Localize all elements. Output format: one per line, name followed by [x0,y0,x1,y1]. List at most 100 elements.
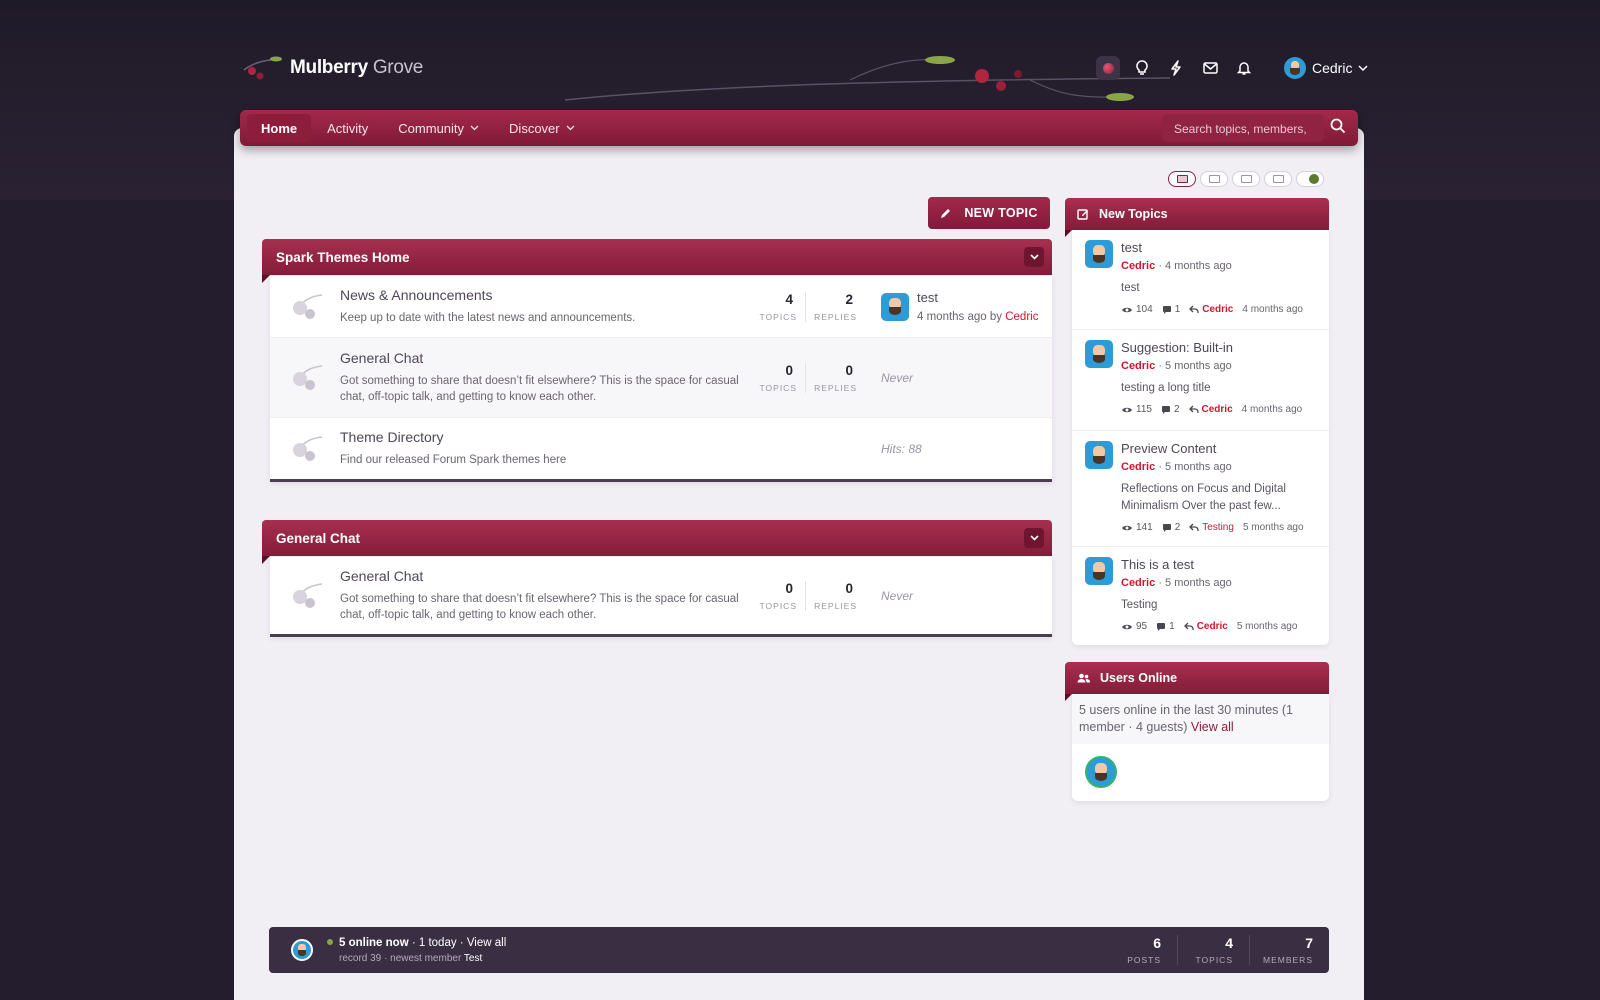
new-topics-widget: New Topics test Cedric · 4 months ago te… [1065,198,1329,645]
topic-author[interactable]: Cedric [1121,360,1155,372]
topic-excerpt: testing a long title [1121,382,1211,394]
forum-hits: Hits: 88 [881,442,922,456]
user-name: Cedric [1312,60,1353,76]
footer-view-all-link[interactable]: View all [467,937,506,949]
reply-user[interactable]: Testing [1202,522,1234,533]
last-post-never: Never [881,370,914,385]
view-classic-toggle[interactable] [1168,171,1196,187]
mail-icon[interactable] [1198,56,1222,80]
avatar[interactable] [1085,240,1113,268]
view-grid-toggle[interactable] [1232,171,1260,187]
posts-count: 6 [1153,935,1161,951]
collapse-button[interactable] [1024,247,1044,267]
list-item: Preview Content Cedric · 5 months ago Re… [1072,430,1329,546]
forum-title[interactable]: News & Announcements [340,287,740,303]
category-title[interactable]: General Chat [276,531,360,546]
theme-dot-icon[interactable] [1096,56,1120,80]
users-online-widget: Users Online 5 users online in the last … [1065,662,1329,801]
avatar[interactable] [1085,340,1113,368]
search-icon[interactable] [1330,118,1350,138]
comment-icon [1161,405,1170,414]
category-forums: News & Announcements Keep up to date wit… [270,275,1052,482]
reply-user[interactable]: Cedric [1197,621,1228,632]
topics-count: 0 [785,362,793,378]
reply-time: 4 months ago [1241,404,1303,415]
bell-icon[interactable] [1232,56,1256,80]
users-online-title: Users Online [1100,671,1178,685]
last-post-never: Never [881,588,914,603]
topic-title[interactable]: Suggestion: Built-in [1121,340,1302,355]
pencil-icon [941,209,951,218]
view-count: 104 [1136,304,1153,315]
site-logo[interactable]: Mulberry Grove [240,54,423,82]
avatar[interactable] [1085,441,1113,469]
topic-title[interactable]: Preview Content [1121,441,1311,456]
category-general-chat: General Chat General Chat Got something … [262,520,1052,637]
view-list-toggle[interactable] [1200,171,1228,187]
forum-title[interactable]: General Chat [340,568,740,584]
topics-label: TOPICS [759,382,797,393]
forum-description: Keep up to date with the latest news and… [340,312,636,324]
nav-home[interactable]: Home [247,114,312,142]
replies-count: 0 [845,362,853,378]
nav-discover[interactable]: Discover [495,114,589,142]
newest-member-link[interactable]: Test [464,953,482,964]
nav-discover-label: Discover [509,120,560,136]
forum-title[interactable]: General Chat [340,350,740,366]
user-menu[interactable]: Cedric [1284,57,1368,79]
last-post-user[interactable]: Cedric [1005,311,1038,323]
last-post-meta: 4 months ago by [917,311,1003,323]
list-item: test Cedric · 4 months ago test 104 1 Ce… [1072,230,1329,329]
comment-count: 2 [1174,522,1181,533]
forum-cherry-icon [293,582,323,608]
category-header: General Chat [262,520,1052,556]
newest-member-avatar[interactable] [291,939,313,961]
reply-icon [1188,405,1199,413]
avatar[interactable] [1085,557,1113,585]
avatar[interactable] [881,292,909,321]
sidebar-toggle[interactable] [1296,171,1324,187]
topic-author[interactable]: Cedric [1121,260,1155,272]
forum-description: Got something to share that doesn’t fit … [340,593,739,621]
forum-row: General Chat Got something to share that… [270,556,1052,634]
online-user-avatar[interactable] [1085,756,1117,788]
forum-row: News & Announcements Keep up to date wit… [270,275,1052,337]
forum-cherry-icon [293,435,323,461]
collapse-button[interactable] [1024,528,1044,548]
chevron-down-icon [566,125,575,131]
topic-author[interactable]: Cedric [1121,577,1155,589]
new-topic-button[interactable]: NEW TOPIC [928,197,1050,229]
category-forums: General Chat Got something to share that… [270,556,1052,637]
last-post-title[interactable]: test [917,290,1038,305]
replies-label: REPLIES [814,600,857,611]
nav-community[interactable]: Community [384,114,493,142]
online-status-dot [327,939,333,946]
forum-totals: 6 POSTS 4 TOPICS 7 MEMBERS [1105,927,1329,973]
view-all-link[interactable]: View all [1191,720,1234,734]
mulberry-logo-icon [243,56,282,80]
users-online-summary: 5 users online in the last 30 minutes (1… [1079,703,1294,734]
stats-footer: 5 online now · 1 today · View all record… [269,927,1329,973]
forum-description: Find our released Forum Spark themes her… [340,454,567,466]
topic-author[interactable]: Cedric [1121,461,1155,473]
eye-icon [1122,307,1132,312]
reply-user[interactable]: Cedric [1202,404,1233,415]
reply-user[interactable]: Cedric [1202,304,1233,315]
view-card-toggle[interactable] [1264,171,1292,187]
reply-time: 5 months ago [1236,621,1298,632]
reply-icon [1183,622,1194,630]
search-input[interactable]: Search topics, members, [1162,114,1324,142]
topic-title[interactable]: This is a test [1121,557,1297,572]
topic-excerpt: Reflections on Focus and Digital Minimal… [1121,483,1286,512]
users-online-header: Users Online [1065,662,1329,694]
forum-stats: 0 TOPICS 0 REPLIES [745,580,865,611]
forum-title[interactable]: Theme Directory [340,429,740,445]
topic-title[interactable]: test [1121,240,1303,255]
bolt-icon[interactable] [1164,56,1188,80]
category-title[interactable]: Spark Themes Home [276,250,410,265]
lightbulb-icon[interactable] [1130,56,1154,80]
nav-activity[interactable]: Activity [313,114,382,142]
replies-label: REPLIES [814,382,857,393]
topic-time: 5 months ago [1165,577,1232,589]
topic-excerpt: Testing [1121,599,1158,611]
